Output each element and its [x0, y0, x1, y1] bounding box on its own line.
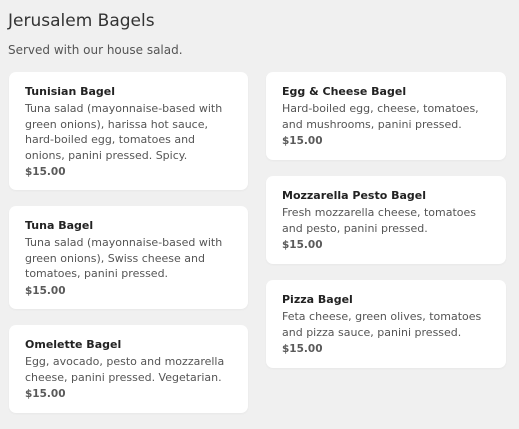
menu-item-description: Fresh mozzarella cheese, tomatoes and pe… [282, 206, 476, 235]
menu-item-name: Tunisian Bagel [25, 85, 116, 98]
menu-item-name: Pizza Bagel [282, 293, 353, 306]
menu-item-price: $15.00 [25, 166, 66, 178]
menu-item-description: Hard-boiled egg, cheese, tomatoes, and m… [282, 102, 479, 131]
menu-item-price: $15.00 [25, 284, 66, 297]
menu-item-card-mozzarella-pesto-bagel[interactable]: Mozzarella Pesto Bagel Fresh mozzarella … [266, 176, 506, 264]
menu-item-card-egg-cheese-bagel[interactable]: Egg & Cheese Bagel Hard-boiled egg, chee… [266, 72, 506, 160]
menu-item-description: Tuna salad (mayonnaise-based with green … [25, 236, 223, 280]
menu-item-card-omelette-bagel[interactable]: Omelette Bagel Egg, avocado, pesto and m… [9, 325, 248, 413]
menu-item-name: Mozzarella Pesto Bagel [282, 189, 427, 202]
menu-item-card-pizza-bagel[interactable]: Pizza Bagel Feta cheese, green olives, t… [266, 280, 506, 368]
menu-item-card-tuna-bagel[interactable]: Tuna Bagel Tuna salad (mayonnaise-based … [9, 206, 248, 309]
section-subtitle: Served with our house salad. [8, 43, 183, 57]
menu-item-price: $15.00 [282, 343, 323, 355]
menu-item-name: Omelette Bagel [25, 338, 122, 351]
menu-item-price: $15.00 [282, 239, 323, 251]
menu-item-description: Feta cheese, green olives, tomatoes and … [282, 310, 482, 339]
menu-item-price: $15.00 [282, 135, 323, 147]
menu-item-name: Egg & Cheese Bagel [282, 85, 407, 98]
menu-item-description: Egg, avocado, pesto and mozzarella chees… [25, 355, 225, 384]
menu-item-description: Tuna salad (mayonnaise-based with green … [25, 102, 223, 162]
menu-item-price: $15.00 [25, 388, 66, 400]
menu-item-card-tunisian-bagel[interactable]: Tunisian Bagel Tuna salad (mayonnaise-ba… [9, 72, 248, 190]
menu-item-name: Tuna Bagel [25, 219, 94, 232]
section-title: Jerusalem Bagels [8, 11, 155, 31]
